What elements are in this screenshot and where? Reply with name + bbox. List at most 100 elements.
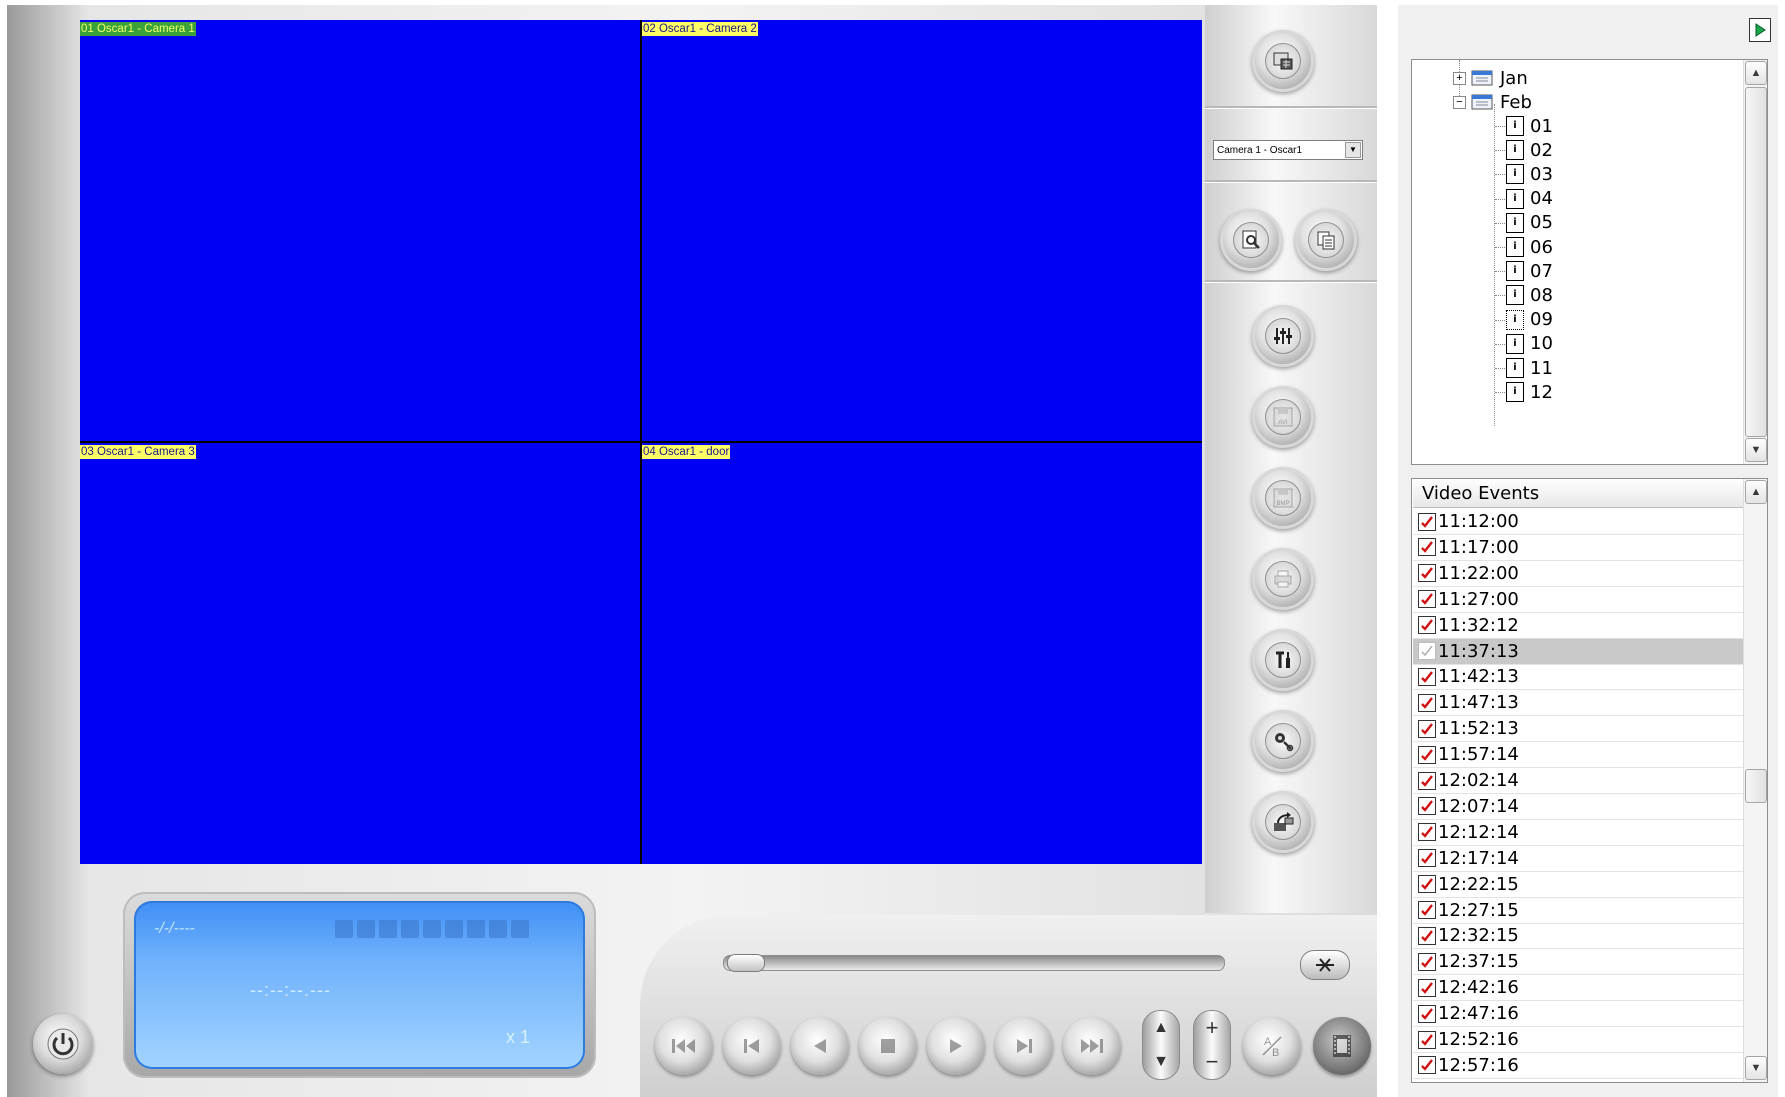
event-row[interactable]: 12:22:15 (1413, 872, 1743, 898)
event-row[interactable]: 11:37:13 (1413, 638, 1743, 665)
layout-button[interactable] (1252, 30, 1314, 92)
event-row[interactable]: 11:42:13 (1413, 664, 1743, 691)
event-row[interactable]: 11:17:00 (1413, 535, 1743, 561)
speed-stepper[interactable]: ▲ ▼ (1142, 1010, 1180, 1080)
event-checkbox[interactable] (1418, 512, 1436, 531)
event-checkbox[interactable] (1418, 875, 1436, 894)
events-header[interactable]: Video Events (1413, 480, 1743, 508)
skip-prev-button[interactable] (723, 1017, 781, 1075)
tools-button[interactable] (1252, 629, 1314, 691)
tree-day-07[interactable]: i 07 (1506, 260, 1553, 282)
event-row[interactable]: 11:32:12 (1413, 613, 1743, 639)
film-button[interactable] (1313, 1017, 1371, 1075)
tree-day-09[interactable]: i 09 (1506, 309, 1553, 331)
save-bmp-button[interactable]: BMP (1252, 467, 1314, 529)
event-checkbox[interactable] (1418, 926, 1436, 945)
snapshot-button[interactable] (1300, 950, 1350, 980)
arrow-down-icon[interactable]: ▼ (1153, 1053, 1169, 1071)
event-row[interactable]: 12:02:14 (1413, 768, 1743, 794)
search-button[interactable] (1220, 209, 1282, 271)
camera-view-2[interactable]: 02 Oscar1 - Camera 2 (642, 20, 1202, 441)
event-row[interactable]: 11:57:14 (1413, 742, 1743, 769)
print-button[interactable] (1252, 548, 1314, 610)
event-checkbox[interactable] (1418, 1030, 1436, 1049)
tree-scroll-thumb[interactable] (1745, 87, 1767, 437)
event-checkbox[interactable] (1418, 616, 1436, 635)
event-row[interactable]: 12:37:15 (1413, 949, 1743, 976)
expand-icon[interactable]: + (1453, 72, 1466, 85)
collapse-panel-button[interactable] (1749, 18, 1771, 42)
tree-day-11[interactable]: i 11 (1506, 357, 1553, 379)
event-row[interactable]: 11:52:13 (1413, 716, 1743, 743)
chevron-down-icon[interactable]: ▼ (1745, 1056, 1767, 1080)
event-checkbox[interactable] (1418, 823, 1436, 842)
event-checkbox[interactable] (1418, 667, 1436, 686)
event-checkbox[interactable] (1418, 797, 1436, 816)
event-checkbox[interactable] (1418, 901, 1436, 919)
event-row[interactable]: 12:12:14 (1413, 820, 1743, 846)
event-checkbox[interactable] (1418, 719, 1436, 738)
event-row[interactable]: 12:32:15 (1413, 923, 1743, 950)
event-row[interactable]: 12:57:16 (1413, 1053, 1743, 1079)
seek-bar[interactable] (723, 955, 1225, 971)
camera-view-1[interactable]: 01 Oscar1 - Camera 1 (80, 20, 640, 441)
settings-button[interactable] (1252, 710, 1314, 772)
event-row[interactable]: 12:07:14 (1413, 794, 1743, 820)
event-row[interactable]: 12:42:16 (1413, 975, 1743, 1002)
skip-last-button[interactable] (1063, 1017, 1121, 1075)
copy-button[interactable] (1295, 209, 1357, 271)
plus-icon[interactable]: + (1206, 1015, 1219, 1041)
tree-day-12[interactable]: i 12 (1506, 381, 1553, 403)
event-checkbox[interactable] (1418, 745, 1436, 764)
event-row[interactable]: 12:27:15 (1413, 898, 1743, 924)
collapse-icon[interactable]: − (1453, 96, 1466, 109)
event-checkbox[interactable] (1418, 538, 1436, 557)
tree-day-02[interactable]: i 02 (1506, 139, 1553, 161)
skip-first-button[interactable] (655, 1017, 713, 1075)
event-checkbox[interactable] (1418, 564, 1436, 583)
event-row[interactable]: 11:27:00 (1413, 587, 1743, 613)
tree-month-feb[interactable]: Feb (1470, 91, 1532, 113)
event-row[interactable]: 12:52:16 (1413, 1027, 1743, 1053)
ab-repeat-button[interactable]: AB (1243, 1017, 1301, 1075)
tree-day-04[interactable]: i 04 (1506, 188, 1553, 210)
event-row[interactable]: 11:22:00 (1413, 561, 1743, 587)
camera-select[interactable]: Camera 1 - Oscar1 ▼ (1213, 140, 1363, 160)
stop-button[interactable] (859, 1017, 917, 1075)
camera-view-4[interactable]: 04 Oscar1 - door (642, 443, 1202, 864)
events-scrollbar[interactable]: ▲ ▼ (1743, 479, 1767, 1082)
tree-day-03[interactable]: i 03 (1506, 163, 1553, 185)
event-row[interactable]: 12:47:16 (1413, 1001, 1743, 1028)
tree-day-01[interactable]: i 01 (1506, 115, 1553, 137)
save-avi-button[interactable]: AVI (1252, 386, 1314, 448)
seek-thumb[interactable] (727, 954, 765, 972)
event-checkbox[interactable] (1418, 1004, 1436, 1023)
rewind-button[interactable] (791, 1017, 849, 1075)
tree-scrollbar[interactable]: ▲ ▼ (1743, 60, 1767, 464)
event-checkbox[interactable] (1418, 590, 1436, 609)
event-row[interactable]: 11:47:13 (1413, 690, 1743, 717)
tree-day-06[interactable]: i 06 (1506, 236, 1553, 258)
event-row[interactable]: 11:12:00 (1413, 509, 1743, 535)
adjust-button[interactable] (1252, 305, 1314, 367)
event-checkbox[interactable] (1418, 978, 1436, 997)
export-button[interactable] (1252, 791, 1314, 853)
event-checkbox[interactable] (1418, 1056, 1436, 1075)
chevron-up-icon[interactable]: ▲ (1745, 480, 1767, 504)
arrow-up-icon[interactable]: ▲ (1153, 1019, 1169, 1037)
camera-view-3[interactable]: 03 Oscar1 - Camera 3 (80, 443, 640, 864)
tree-day-10[interactable]: i 10 (1506, 333, 1553, 355)
skip-next-button[interactable] (995, 1017, 1053, 1075)
tree-day-05[interactable]: i 05 (1506, 212, 1553, 234)
event-checkbox[interactable] (1418, 771, 1436, 790)
event-checkbox[interactable] (1418, 952, 1436, 971)
play-button[interactable] (927, 1017, 985, 1075)
tree-day-08[interactable]: i 08 (1506, 284, 1553, 306)
event-checkbox[interactable] (1418, 693, 1436, 712)
event-row[interactable]: 12:17:14 (1413, 846, 1743, 872)
power-button[interactable] (33, 1014, 93, 1074)
event-checkbox[interactable] (1418, 642, 1436, 660)
chevron-up-icon[interactable]: ▲ (1745, 61, 1767, 85)
chevron-down-icon[interactable]: ▼ (1745, 438, 1767, 462)
event-checkbox[interactable] (1418, 849, 1436, 868)
